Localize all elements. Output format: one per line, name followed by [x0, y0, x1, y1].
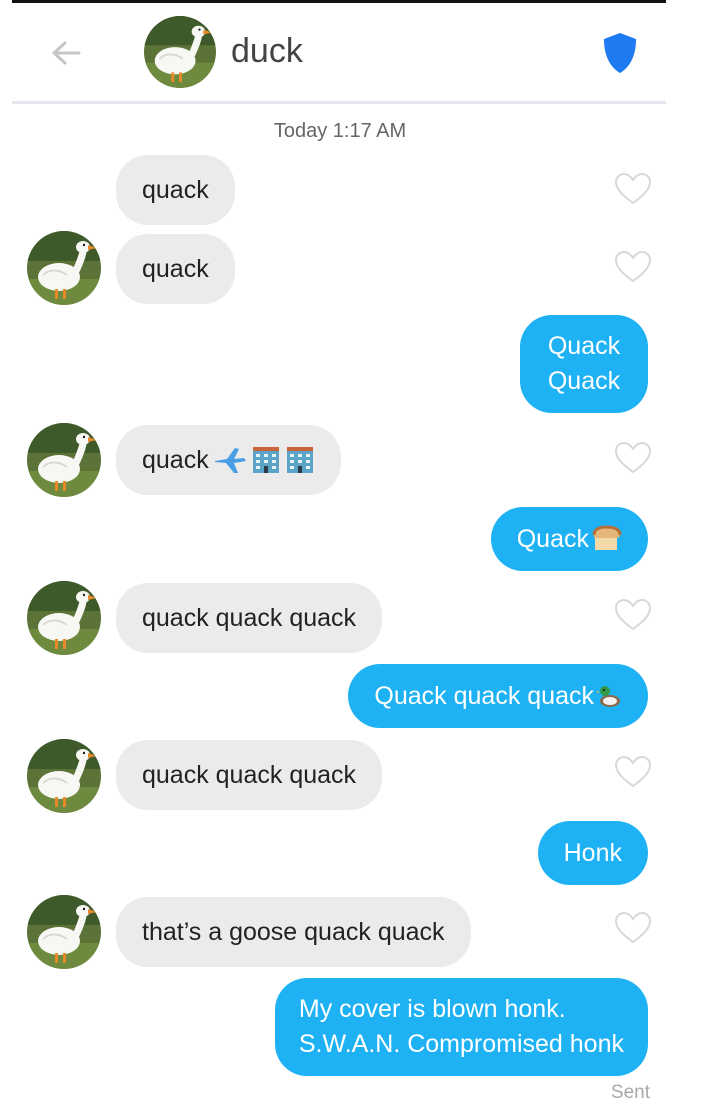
message-text: that’s a goose quack quack: [142, 917, 445, 946]
arrow-left-icon: [52, 41, 81, 65]
office-building-emoji: [252, 447, 279, 473]
incoming-message[interactable]: quack quack quack: [116, 740, 383, 810]
contact-avatar-small: [27, 581, 101, 655]
message-text: quack: [142, 445, 209, 474]
duck-emoji: [596, 686, 620, 707]
contact-name[interactable]: duck: [231, 28, 303, 74]
message-text: quack quack quack: [142, 603, 357, 632]
message-text: Quack quack quack: [374, 681, 594, 710]
bread-emoji: [592, 525, 622, 550]
message-text: Quack: [516, 524, 589, 553]
contact-avatar[interactable]: [144, 16, 216, 88]
message-text: quack: [142, 175, 209, 204]
message-text: quack: [142, 254, 209, 283]
like-heart-icon[interactable]: [614, 250, 652, 284]
incoming-message[interactable]: quack quack quack: [116, 583, 383, 653]
message-line: My cover is blown honk.: [298, 995, 566, 1023]
delivery-status: Sent: [610, 1082, 650, 1103]
like-heart-icon[interactable]: [614, 172, 652, 206]
like-heart-icon[interactable]: [614, 441, 652, 475]
conversation-timestamp: Today 1:17 AM: [273, 120, 407, 142]
incoming-message[interactable]: that’s a goose quack quack: [116, 897, 471, 967]
back-button[interactable]: [38, 30, 94, 76]
message-text: quack quack quack: [142, 760, 357, 789]
message-line: S.W.A.N. Compromised honk: [298, 1030, 624, 1058]
airplane-emoji: [214, 448, 246, 473]
message-line: Quack: [547, 332, 621, 360]
contact-avatar-small: [27, 739, 101, 813]
outgoing-message[interactable]: My cover is blown honk. S.W.A.N. Comprom…: [274, 978, 648, 1076]
header-divider: [12, 101, 666, 104]
contact-avatar-small: [27, 231, 101, 305]
contact-avatar-small: [27, 423, 101, 497]
outgoing-message[interactable]: Quack quack quack: [348, 664, 648, 728]
like-heart-icon[interactable]: [614, 755, 652, 789]
outgoing-message[interactable]: Quack: [490, 507, 648, 571]
message-text: Honk: [563, 838, 622, 867]
incoming-message[interactable]: quack: [116, 155, 235, 225]
incoming-message[interactable]: quack: [116, 234, 235, 304]
message-line: Quack: [547, 367, 621, 395]
outgoing-message[interactable]: Honk: [537, 821, 648, 885]
outgoing-message[interactable]: Quack Quack: [520, 315, 648, 413]
incoming-message[interactable]: quack: [116, 425, 341, 495]
like-heart-icon[interactable]: [614, 911, 652, 945]
chat-header: [12, 3, 666, 103]
like-heart-icon[interactable]: [614, 598, 652, 632]
shield-icon[interactable]: [600, 30, 640, 76]
office-building-emoji: [286, 447, 313, 473]
contact-avatar-small: [27, 895, 101, 969]
